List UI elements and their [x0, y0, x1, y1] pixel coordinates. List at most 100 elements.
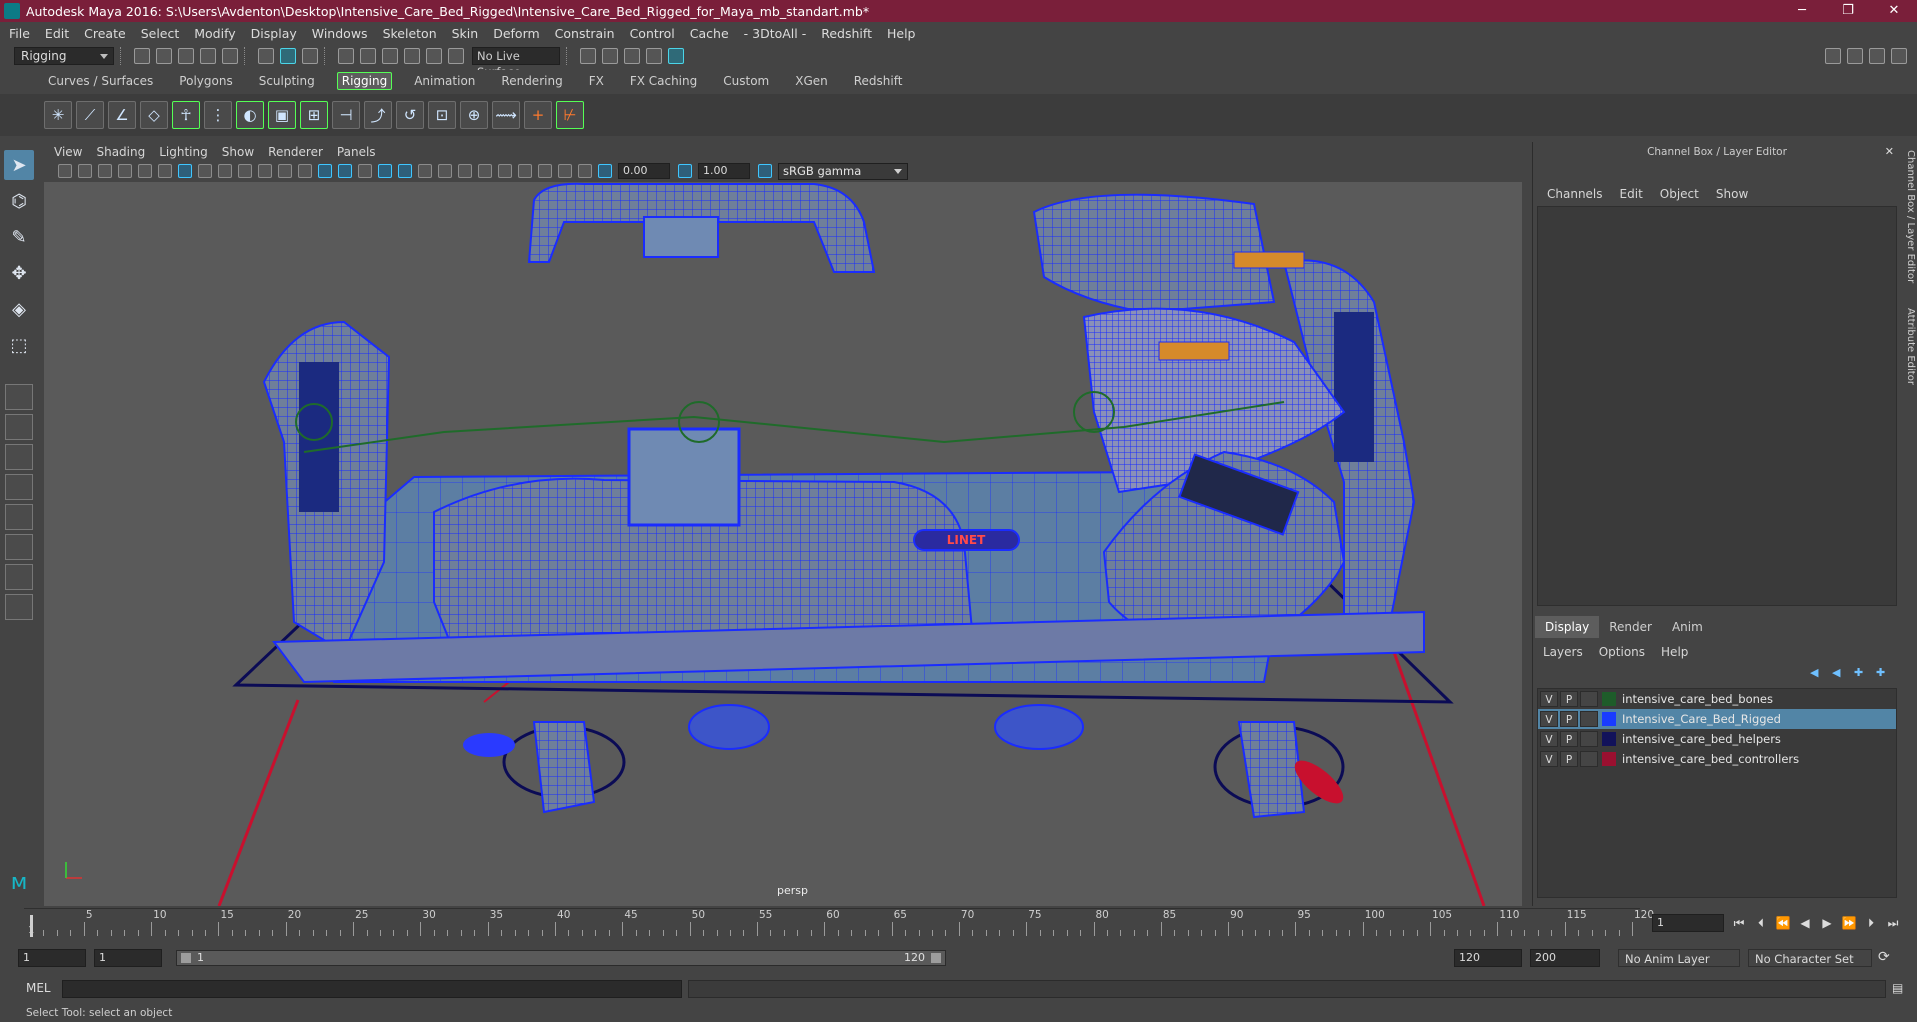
field-chart-icon[interactable] [258, 164, 272, 178]
save-scene-icon[interactable] [178, 48, 194, 64]
playback-end-field[interactable]: 120 [1454, 949, 1522, 967]
viewport-menu-show[interactable]: Show [222, 145, 254, 159]
range-end-handle[interactable] [931, 953, 941, 963]
shelf-tab-fx[interactable]: FX [585, 73, 608, 89]
magnet-icon[interactable] [448, 48, 464, 64]
two-d-pan-icon[interactable] [158, 164, 172, 178]
playback-toggle[interactable]: P [1560, 711, 1578, 727]
step-forward-icon[interactable]: ⏵ [1860, 912, 1882, 934]
new-layer-icon[interactable]: ✚ [1854, 666, 1870, 680]
menu-constrain[interactable]: Constrain [555, 26, 615, 41]
layer-color-swatch[interactable] [1602, 732, 1616, 746]
character-set-dropdown[interactable]: No Character Set [1748, 949, 1872, 967]
gate-mask-icon[interactable] [238, 164, 252, 178]
go-to-start-icon[interactable]: ⏮ [1728, 912, 1750, 934]
select-component-icon[interactable] [302, 48, 318, 64]
menu-file[interactable]: File [9, 26, 30, 41]
animation-end-field[interactable]: 200 [1530, 949, 1600, 967]
mirror-joint-icon[interactable]: ◇ [140, 101, 168, 129]
layer-color-swatch[interactable] [1602, 692, 1616, 706]
shelf-tab-animation[interactable]: Animation [410, 73, 479, 89]
side-tab-channel-box[interactable]: Channel Box / Layer Editor [1905, 150, 1916, 283]
single-view-layout-icon[interactable] [5, 384, 33, 410]
animation-start-field[interactable]: 1 [18, 949, 86, 967]
camera-select-icon[interactable] [58, 164, 72, 178]
layer-color-swatch[interactable] [1602, 752, 1616, 766]
tab-anim[interactable]: Anim [1662, 616, 1713, 638]
step-back-key-icon[interactable]: ⏪ [1772, 912, 1794, 934]
viewport-menu-shading[interactable]: Shading [96, 145, 145, 159]
outliner-layout-icon[interactable] [5, 564, 33, 590]
bind-skin-icon[interactable]: ◐ [236, 101, 264, 129]
playback-toggle[interactable]: P [1560, 691, 1578, 707]
select-tool-icon[interactable]: ➤ [4, 150, 34, 180]
grease-pencil-icon[interactable] [138, 164, 152, 178]
menu-cache[interactable]: Cache [690, 26, 729, 41]
playback-start-field[interactable]: 1 [94, 949, 162, 967]
render-settings-icon[interactable] [646, 48, 662, 64]
visibility-toggle[interactable]: V [1540, 751, 1558, 767]
move-layer-down-icon[interactable]: ◀ [1832, 666, 1848, 680]
hik-icon[interactable]: ☥ [172, 101, 200, 129]
snap-live-icon[interactable] [426, 48, 442, 64]
custom-layout-icon[interactable] [5, 534, 33, 560]
tool-settings-toggle-icon[interactable] [1891, 48, 1907, 64]
menu-help[interactable]: Help [887, 26, 916, 41]
menu-select[interactable]: Select [141, 26, 180, 41]
tab-render[interactable]: Render [1599, 616, 1662, 638]
gamma-field[interactable]: 1.00 [698, 163, 750, 179]
help-menu[interactable]: Help [1661, 645, 1688, 659]
command-input[interactable] [62, 980, 682, 998]
select-hierarchy-icon[interactable] [258, 48, 274, 64]
layer-row-helpers[interactable]: V P intensive_care_bed_helpers [1538, 729, 1896, 749]
exposure-icon[interactable] [598, 164, 612, 178]
minimize-button[interactable]: ─ [1779, 0, 1825, 22]
lasso-tool-icon[interactable]: ⌬ [4, 186, 34, 216]
channel-box-toggle-icon[interactable] [1847, 48, 1863, 64]
channel-list[interactable] [1537, 206, 1897, 606]
layer-row-rigged[interactable]: V P Intensive_Care_Bed_Rigged [1538, 709, 1896, 729]
move-tool-icon[interactable]: ✥ [4, 258, 34, 288]
display-type-toggle[interactable] [1580, 731, 1598, 747]
parent-constraint-icon[interactable]: + [524, 101, 552, 129]
menu-display[interactable]: Display [251, 26, 297, 41]
bookmark-icon[interactable] [98, 164, 112, 178]
xray-active-icon[interactable] [578, 164, 592, 178]
snap-point-icon[interactable] [382, 48, 398, 64]
render-view-icon[interactable] [580, 48, 596, 64]
play-backwards-icon[interactable]: ◀ [1794, 912, 1816, 934]
side-by-side-layout-icon[interactable] [5, 444, 33, 470]
menu-deform[interactable]: Deform [493, 26, 539, 41]
layer-color-swatch[interactable] [1602, 712, 1616, 726]
point-constraint-icon[interactable]: ⊕ [460, 101, 488, 129]
playback-toggle[interactable]: P [1560, 751, 1578, 767]
ipr-render-icon[interactable] [624, 48, 640, 64]
view-transform-dropdown[interactable]: sRGB gamma [778, 162, 908, 180]
go-to-end-icon[interactable]: ⏭ [1882, 912, 1904, 934]
quick-rig-icon[interactable]: ⋮ [204, 101, 232, 129]
orient-constraint-icon[interactable]: ⊬ [556, 101, 584, 129]
grid-toggle-icon[interactable] [178, 164, 192, 178]
resolution-gate-icon[interactable] [218, 164, 232, 178]
show-menu[interactable]: Show [1716, 187, 1748, 201]
film-gate-icon[interactable] [198, 164, 212, 178]
snap-grid-icon[interactable] [338, 48, 354, 64]
play-forwards-icon[interactable]: ▶ [1816, 912, 1838, 934]
depth-of-field-icon[interactable] [518, 164, 532, 178]
snap-curve-icon[interactable] [360, 48, 376, 64]
visibility-toggle[interactable]: V [1540, 711, 1558, 727]
paint-select-tool-icon[interactable]: ✎ [4, 222, 34, 252]
undo-icon[interactable] [200, 48, 216, 64]
tab-display[interactable]: Display [1535, 616, 1600, 638]
layout-toggle-icon[interactable] [1825, 48, 1841, 64]
new-layer-selected-icon[interactable]: ✚ [1876, 666, 1892, 680]
channels-menu[interactable]: Channels [1547, 187, 1603, 201]
shelf-tab-curves-surfaces[interactable]: Curves / Surfaces [44, 73, 157, 89]
display-type-toggle[interactable] [1580, 751, 1598, 767]
blend-shape-icon[interactable]: ⊡ [428, 101, 456, 129]
menu-control[interactable]: Control [630, 26, 675, 41]
rotate-tool-icon[interactable]: ◈ [4, 294, 34, 324]
four-view-layout-icon[interactable] [5, 414, 33, 440]
wireframe-icon[interactable] [318, 164, 332, 178]
attribute-editor-toggle-icon[interactable] [1869, 48, 1885, 64]
